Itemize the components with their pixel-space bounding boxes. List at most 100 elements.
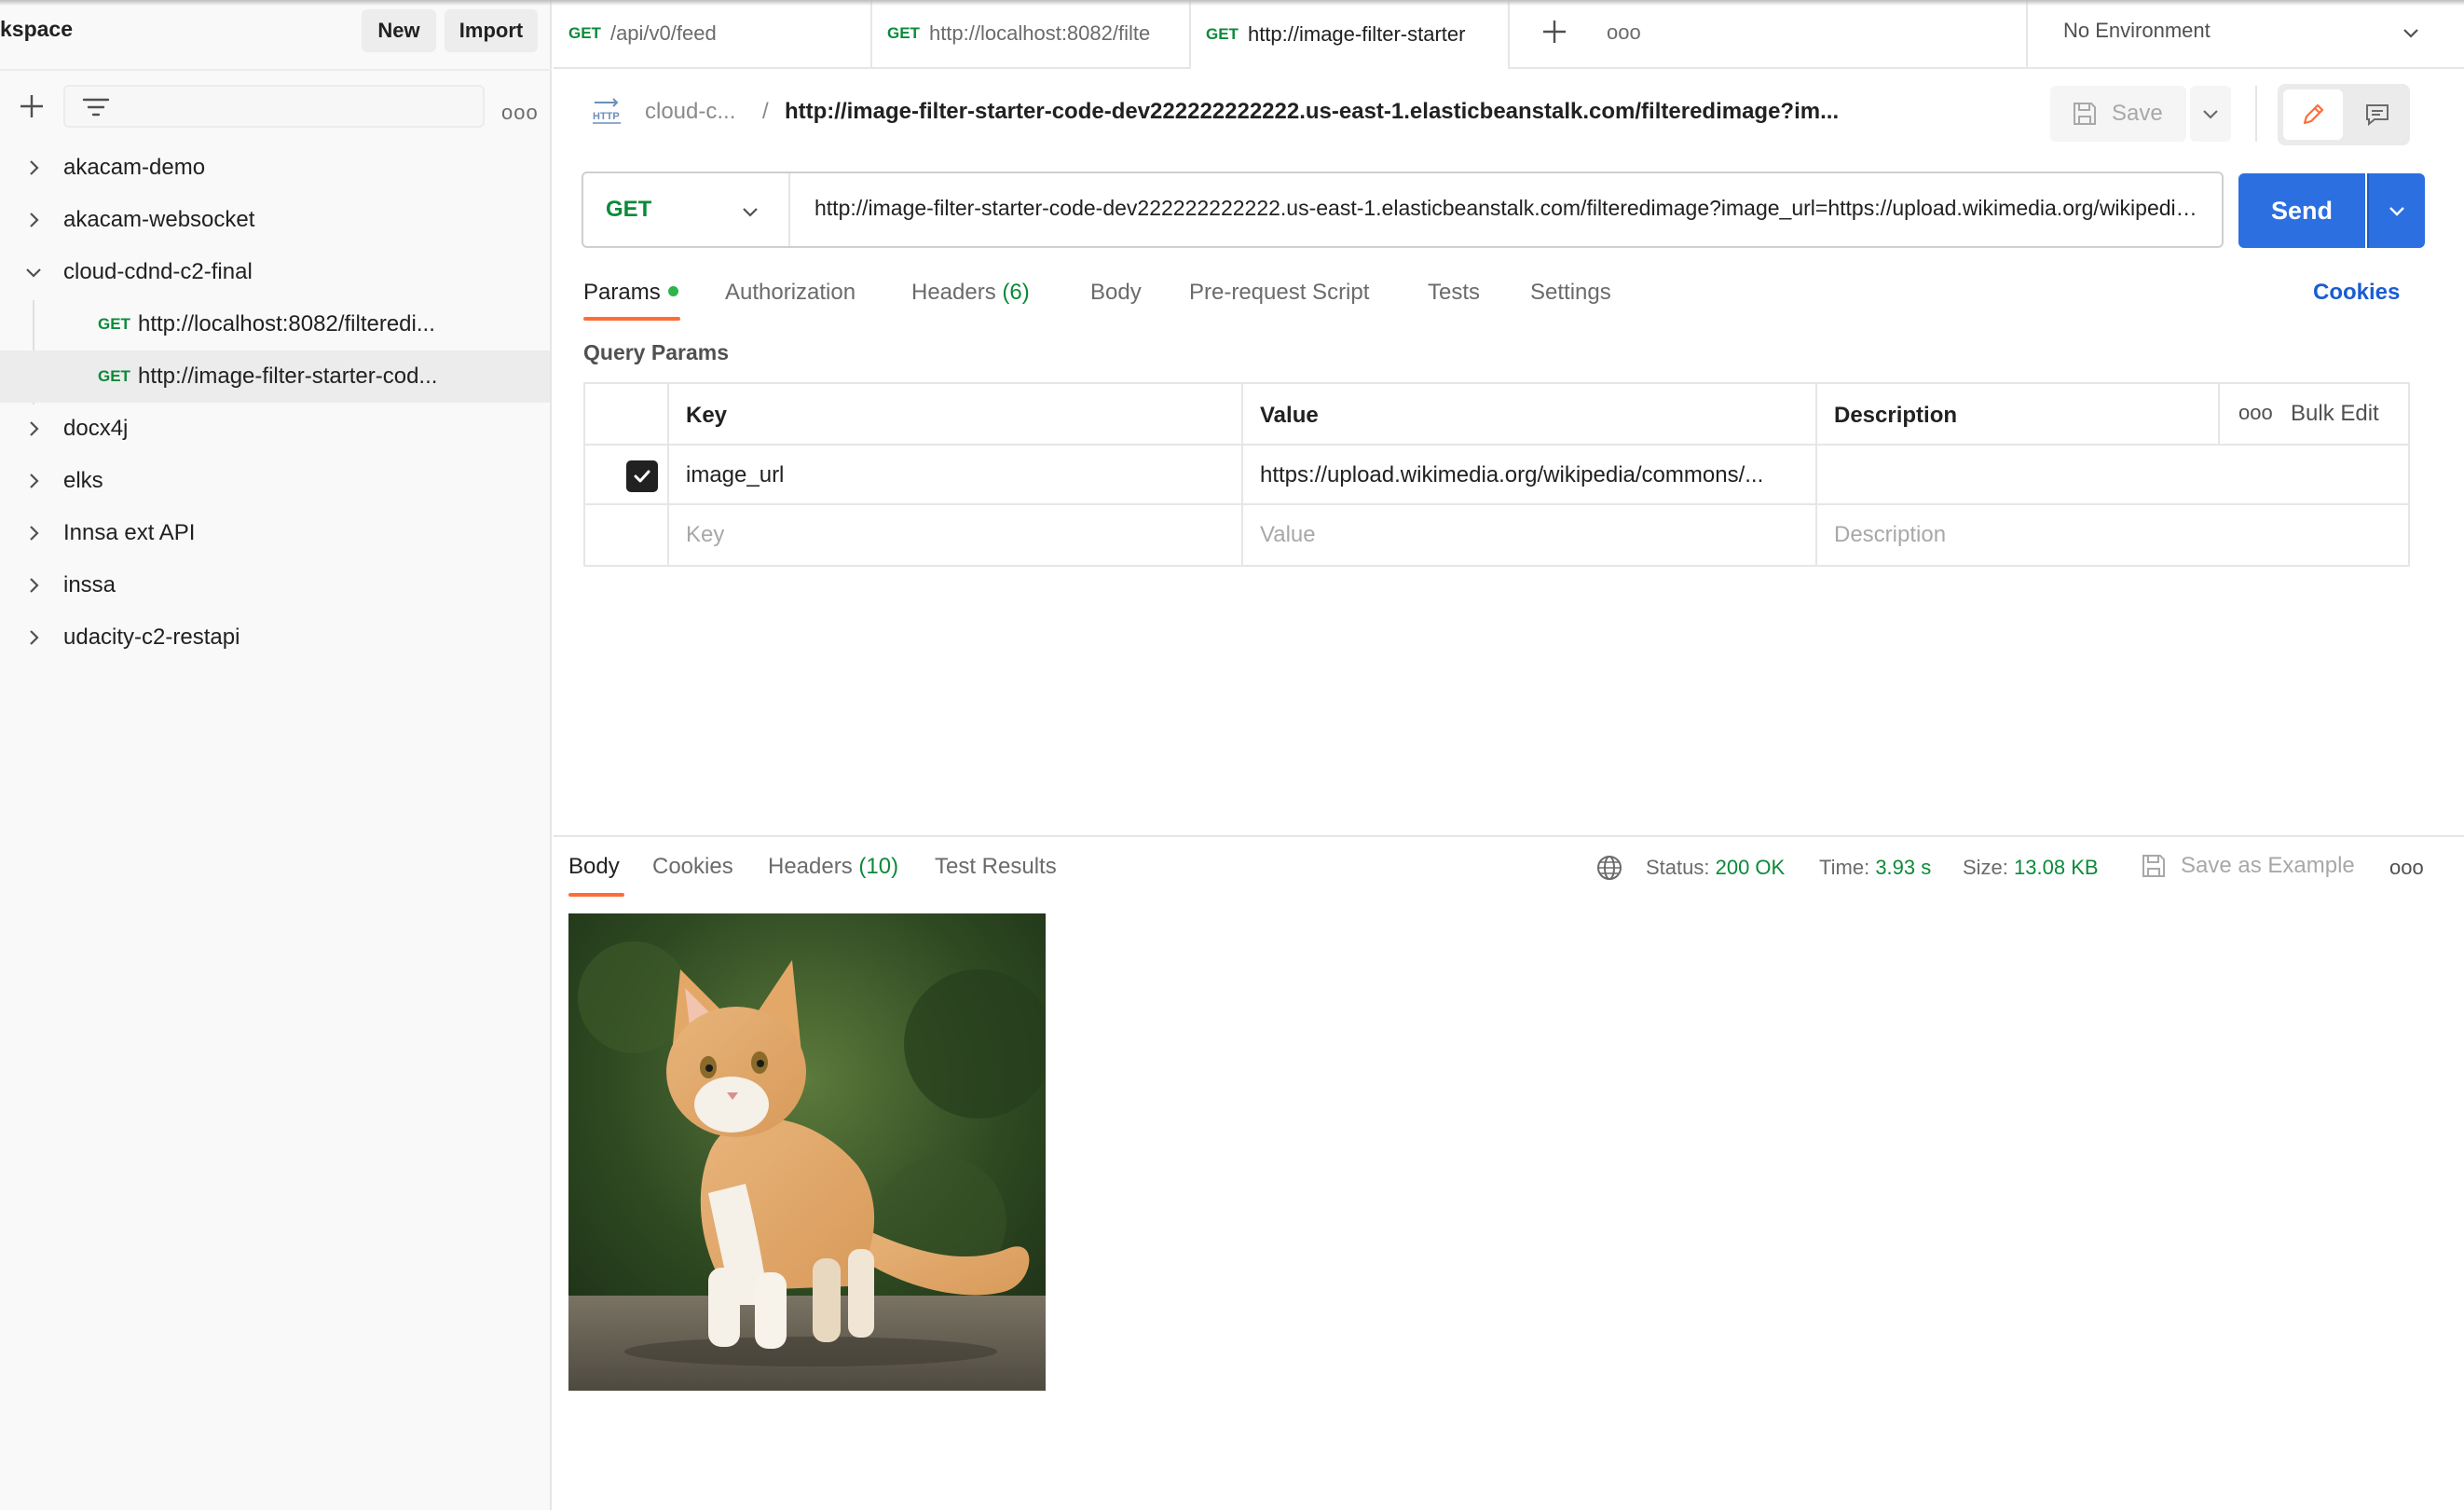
environment-separator — [2026, 0, 2028, 67]
response-size: Size: 13.08 KB — [1963, 856, 2099, 880]
new-param-value-input[interactable]: Value — [1260, 522, 1316, 548]
sidebar-item-label: akacam-demo — [63, 155, 206, 180]
sidebar-item-innsa-ext-api[interactable]: Innsa ext API — [0, 507, 550, 559]
method-badge: GET — [1206, 25, 1239, 43]
response-more-button[interactable]: ooo — [2389, 856, 2424, 880]
sidebar-item-akacam-websocket[interactable]: akacam-websocket — [0, 194, 550, 246]
sidebar-request-image-filter[interactable]: GET http://image-filter-starter-cod... — [0, 350, 550, 403]
checkbox-checked-icon[interactable] — [626, 460, 658, 492]
chevron-right-icon[interactable] — [24, 419, 43, 438]
tab-headers[interactable]: Headers (6) — [911, 280, 1030, 306]
param-key-input[interactable]: image_url — [686, 462, 784, 488]
globe-icon[interactable] — [1595, 854, 1623, 882]
response-status: Status: 200 OK — [1646, 856, 1785, 880]
chevron-down-icon[interactable] — [24, 263, 43, 281]
response-tab-body[interactable]: Body — [568, 854, 620, 880]
tab-localhost[interactable]: GET http://localhost:8082/filte — [872, 0, 1191, 67]
tab-params[interactable]: Params — [583, 280, 678, 306]
request-title[interactable]: http://image-filter-starter-code-dev2222… — [785, 99, 1903, 125]
sidebar-item-udacity-c2-restapi[interactable]: udacity-c2-restapi — [0, 611, 550, 664]
method-badge: GET — [887, 24, 920, 42]
environment-select[interactable]: No Environment — [2063, 19, 2211, 43]
chevron-right-icon[interactable] — [24, 158, 43, 177]
chevron-down-icon — [2389, 207, 2404, 216]
response-tab-headers-label: Headers — [768, 854, 853, 879]
chevron-right-icon[interactable] — [24, 628, 43, 647]
column-header-key: Key — [686, 403, 728, 428]
tab-api-feed[interactable]: GET /api/v0/feed — [554, 0, 872, 67]
method-select[interactable]: GET — [583, 173, 790, 246]
time-label: Time: — [1819, 856, 1870, 879]
sidebar-item-cloud-cdnd-c2-final[interactable]: cloud-cdnd-c2-final — [0, 246, 550, 298]
sidebar-request-label: http://image-filter-starter-cod... — [138, 364, 438, 389]
filter-icon[interactable] — [82, 96, 110, 118]
table-divider — [667, 384, 669, 565]
save-options-button[interactable] — [2190, 86, 2231, 142]
pencil-icon[interactable] — [2283, 89, 2343, 140]
plus-icon[interactable] — [17, 91, 47, 121]
chevron-down-icon — [740, 201, 760, 222]
table-divider — [1241, 384, 1243, 565]
size-label: Size: — [1963, 856, 2008, 879]
response-tab-headers[interactable]: Headers (10) — [768, 854, 898, 880]
method-badge: GET — [98, 315, 130, 333]
table-more-button[interactable]: ooo — [2238, 401, 2273, 425]
new-button[interactable]: New — [362, 9, 436, 52]
tab-body[interactable]: Body — [1090, 280, 1142, 306]
breadcrumb-parent[interactable]: cloud-c... — [645, 99, 735, 125]
chevron-right-icon[interactable] — [24, 576, 43, 595]
save-as-example-button[interactable]: Save as Example — [2140, 852, 2355, 880]
sidebar-item-docx4j[interactable]: docx4j — [0, 403, 550, 455]
sidebar-more-button[interactable]: ooo — [501, 101, 539, 125]
sidebar-request-localhost[interactable]: GET http://localhost:8082/filteredi... — [0, 298, 550, 350]
tab-image-filter[interactable]: GET http://image-filter-starter — [1191, 0, 1510, 69]
tab-tests[interactable]: Tests — [1428, 280, 1480, 306]
new-param-key-input[interactable]: Key — [686, 522, 724, 548]
response-tab-test-results[interactable]: Test Results — [935, 854, 1057, 880]
chevron-right-icon[interactable] — [24, 211, 43, 229]
sidebar: kspace New Import ooo akacam-demo akacam… — [0, 0, 552, 1510]
save-as-example-label: Save as Example — [2181, 853, 2355, 878]
new-param-description-input[interactable]: Description — [1834, 522, 1946, 548]
send-button[interactable]: Send — [2238, 173, 2365, 248]
tabs-more-button[interactable]: ooo — [1607, 21, 1641, 45]
cookies-link[interactable]: Cookies — [2313, 280, 2400, 306]
sidebar-item-elks[interactable]: elks — [0, 455, 550, 507]
size-value: 13.08 KB — [2014, 856, 2099, 879]
breadcrumb-separator: / — [762, 99, 769, 124]
bulk-edit-button[interactable]: Bulk Edit — [2291, 401, 2379, 427]
chevron-right-icon[interactable] — [24, 472, 43, 490]
new-tab-plus-icon[interactable] — [1540, 17, 1569, 47]
send-options-button[interactable] — [2367, 173, 2425, 248]
table-divider — [585, 444, 2408, 446]
param-description-input[interactable] — [1834, 462, 2207, 490]
status-value: 200 OK — [1715, 856, 1786, 879]
response-image — [568, 913, 1046, 1391]
sidebar-item-label: Innsa ext API — [63, 520, 196, 545]
sidebar-item-label: docx4j — [63, 416, 129, 441]
url-input[interactable]: http://image-filter-starter-code-dev2222… — [814, 196, 2203, 221]
comment-icon[interactable] — [2350, 89, 2404, 140]
workspace-title: kspace — [0, 17, 74, 41]
sidebar-item-label: akacam-websocket — [63, 207, 255, 232]
column-header-description: Description — [1834, 403, 1958, 428]
sidebar-item-inssa[interactable]: inssa — [0, 559, 550, 611]
param-value-input[interactable]: https://upload.wikimedia.org/wikipedia/c… — [1260, 462, 1800, 488]
tab-authorization[interactable]: Authorization — [725, 280, 856, 306]
sidebar-item-label: elks — [63, 468, 103, 493]
chevron-down-icon[interactable] — [2401, 22, 2421, 43]
chevron-right-icon[interactable] — [24, 524, 43, 542]
sidebar-divider — [0, 69, 552, 71]
sidebar-item-akacam-demo[interactable]: akacam-demo — [0, 142, 550, 194]
response-tab-cookies[interactable]: Cookies — [652, 854, 733, 880]
sidebar-search-input[interactable] — [63, 85, 485, 128]
tab-settings[interactable]: Settings — [1530, 280, 1611, 306]
chevron-down-icon — [2203, 110, 2218, 119]
tab-prerequest-script[interactable]: Pre-request Script — [1189, 280, 1369, 306]
import-button[interactable]: Import — [445, 9, 538, 52]
time-value: 3.93 s — [1875, 856, 1932, 879]
sidebar-item-label: udacity-c2-restapi — [63, 625, 240, 650]
save-button[interactable]: Save — [2050, 86, 2186, 142]
response-divider[interactable] — [554, 835, 2464, 837]
response-headers-count: (10) — [858, 854, 899, 879]
